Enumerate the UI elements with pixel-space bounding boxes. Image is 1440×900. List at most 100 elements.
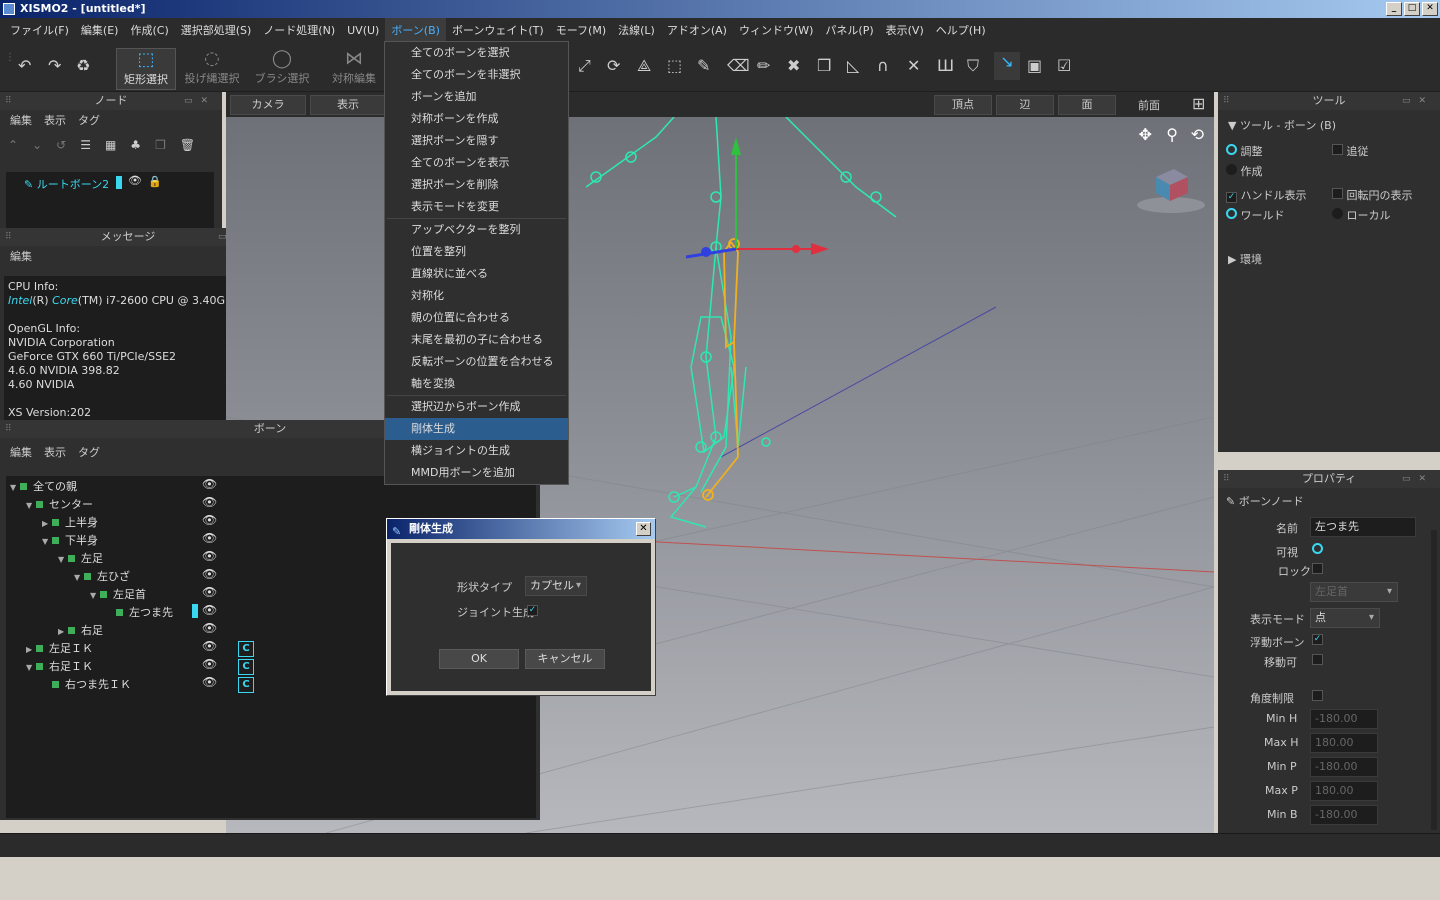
tree-row[interactable]: ▼ センター: [26, 496, 93, 514]
shape-type-select[interactable]: カプセル: [525, 576, 587, 596]
menu-file[interactable]: ファイル(F): [4, 18, 75, 44]
eye-icon[interactable]: 👁: [202, 531, 217, 545]
node-menu-edit[interactable]: 編集: [10, 110, 32, 132]
eye-icon[interactable]: 👁: [202, 549, 217, 563]
root-bone-item[interactable]: ✎ ルートボーン2: [24, 176, 109, 192]
expand-icon[interactable]: ▶: [42, 515, 52, 533]
tree-row[interactable]: ▼ 左足: [58, 550, 103, 568]
vertex-tab[interactable]: 頂点: [934, 95, 992, 115]
add-checkbox[interactable]: 追従: [1332, 143, 1369, 159]
arch-icon[interactable]: ∩: [877, 56, 889, 75]
move-view-icon[interactable]: ✥: [1139, 125, 1152, 144]
cancel-button[interactable]: キャンセル: [525, 649, 605, 669]
menu-item-change-display-mode[interactable]: 表示モードを変更: [385, 196, 568, 218]
expand-icon[interactable]: ▼: [42, 533, 52, 551]
maximize-button[interactable]: □: [1404, 2, 1420, 16]
box-icon[interactable]: ❒: [155, 138, 166, 152]
menu-item-hide-selected[interactable]: 選択ボーンを隠す: [385, 130, 568, 152]
cross-icon[interactable]: ✕: [907, 56, 920, 75]
display-tab[interactable]: 表示: [310, 95, 386, 115]
menu-item-align-upvector[interactable]: アップベクターを整列: [385, 219, 568, 241]
panel-buttons-icon[interactable]: ▭✕: [1402, 92, 1434, 110]
menu-item-convert-axis[interactable]: 軸を変換: [385, 373, 568, 395]
menu-item-rigidbody-generate[interactable]: 剛体生成: [385, 418, 568, 440]
pencil-icon[interactable]: ✏: [757, 56, 770, 75]
tree-row[interactable]: ▼ 全ての親: [10, 478, 77, 496]
tree-row[interactable]: ▶ 上半身: [42, 514, 98, 532]
eye-icon[interactable]: 👁: [202, 657, 217, 671]
expand-icon[interactable]: ▼: [90, 587, 100, 605]
minimize-button[interactable]: _: [1386, 2, 1402, 16]
eye-icon[interactable]: 👁: [202, 675, 217, 689]
parent-select[interactable]: 左足首: [1310, 582, 1398, 602]
menu-create[interactable]: 作成(C): [124, 18, 174, 44]
expand-icon[interactable]: ▶: [26, 641, 36, 659]
tree-row[interactable]: ▼ 下半身: [42, 532, 98, 550]
pen-icon[interactable]: ✎: [697, 56, 710, 75]
eye-icon[interactable]: 👁: [202, 621, 217, 635]
bone-menu-view[interactable]: 表示: [44, 442, 66, 464]
min-b-field[interactable]: -180.00: [1310, 805, 1378, 825]
world-radio[interactable]: ワールド: [1226, 207, 1285, 223]
bone-tool-icon[interactable]: ↘: [994, 52, 1020, 80]
menu-panel[interactable]: パネル(P): [819, 18, 879, 44]
edit-box-icon[interactable]: ☑: [1057, 56, 1071, 75]
menu-item-delete-selected[interactable]: 選択ボーンを削除: [385, 174, 568, 196]
menu-normal[interactable]: 法線(L): [612, 18, 661, 44]
tree-row[interactable]: ▶ 右足: [58, 622, 103, 640]
menu-item-add-bone[interactable]: ボーンを追加: [385, 86, 568, 108]
joint-generate-checkbox[interactable]: ✓: [527, 605, 538, 616]
expand-icon[interactable]: ▼: [10, 479, 20, 497]
expand-icon[interactable]: ▼: [26, 497, 36, 515]
lock-checkbox[interactable]: [1312, 563, 1323, 574]
eraser-icon[interactable]: ⌫: [727, 56, 750, 75]
expand-icon[interactable]: ▼: [58, 551, 68, 569]
rotcircle-checkbox[interactable]: 回転円の表示: [1332, 187, 1413, 203]
expand-icon[interactable]: ▼: [26, 659, 36, 677]
bone-menu-tag[interactable]: タグ: [78, 442, 100, 464]
menu-item-create-sym-bone[interactable]: 対称ボーンを作成: [385, 108, 568, 130]
node-menu-view[interactable]: 表示: [44, 110, 66, 132]
eye-icon[interactable]: 👁: [202, 513, 217, 527]
tools-icon[interactable]: ✖: [787, 56, 800, 75]
back-icon[interactable]: ↺: [56, 138, 66, 152]
bone-skeleton[interactable]: [585, 117, 897, 528]
bars-icon[interactable]: Ш: [937, 56, 954, 75]
menu-item-align-position[interactable]: 位置を整列: [385, 241, 568, 263]
front-view-label[interactable]: 前面: [1138, 97, 1160, 113]
up-icon[interactable]: ⌃: [8, 138, 18, 152]
menu-item-symmetrize[interactable]: 対称化: [385, 285, 568, 307]
z-handle[interactable]: [685, 247, 737, 259]
eye-icon[interactable]: 👁: [202, 495, 217, 509]
face-tab[interactable]: 面: [1058, 95, 1116, 115]
layout-icon[interactable]: ⊞: [1192, 94, 1205, 113]
min-h-field[interactable]: -180.00: [1310, 709, 1378, 729]
adjust-radio[interactable]: 調整: [1226, 143, 1263, 159]
menu-help[interactable]: ヘルプ(H): [930, 18, 992, 44]
menu-item-side-joint[interactable]: 横ジョイントの生成: [385, 440, 568, 462]
grid-icon[interactable]: ▦: [105, 138, 116, 152]
y-handle-arrow[interactable]: [731, 137, 741, 155]
group-icon[interactable]: ♣: [130, 138, 141, 152]
env-section-header[interactable]: ▶ 環境: [1228, 251, 1262, 267]
lock-icon[interactable]: 🔒: [148, 175, 162, 188]
expand-icon[interactable]: ▶: [58, 623, 68, 641]
tree-row[interactable]: ▼ 左ひざ: [74, 568, 130, 586]
tree-row[interactable]: ▼ 左足首: [90, 586, 146, 604]
redo-icon[interactable]: ↷: [48, 56, 61, 75]
menu-node[interactable]: ノード処理(N): [257, 18, 341, 44]
min-p-field[interactable]: -180.00: [1310, 757, 1378, 777]
menu-item-select-all-bones[interactable]: 全てのボーンを選択: [385, 42, 568, 64]
list-icon[interactable]: ☰: [80, 138, 91, 152]
undo-icon[interactable]: ↶: [18, 56, 31, 75]
node-menu-tag[interactable]: タグ: [78, 110, 100, 132]
movable-checkbox[interactable]: [1312, 654, 1323, 665]
cube-icon[interactable]: ❒: [817, 56, 831, 75]
dialog-close-button[interactable]: ✕: [636, 522, 651, 536]
display-mode-select[interactable]: 点: [1310, 608, 1380, 628]
box-select-icon[interactable]: ⬚: [667, 56, 682, 75]
bag-icon[interactable]: ⛉: [967, 56, 979, 76]
expand-icon[interactable]: ▼: [74, 569, 84, 587]
ik-icon[interactable]: C: [238, 659, 254, 675]
ik-icon[interactable]: C: [238, 641, 254, 657]
